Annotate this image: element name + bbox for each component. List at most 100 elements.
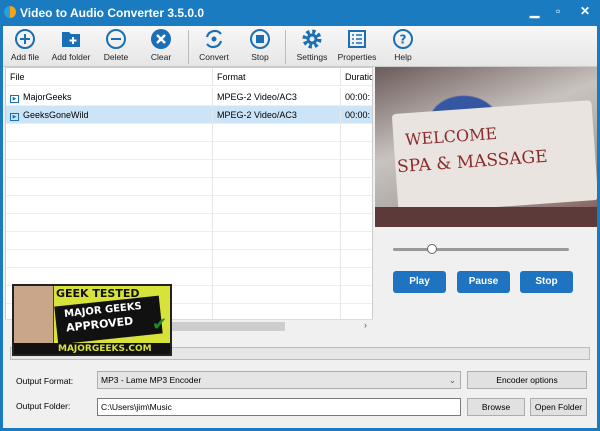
table-header: File Format Duratio bbox=[6, 68, 372, 86]
folder-plus-icon bbox=[60, 28, 82, 50]
add-folder-button[interactable]: Add folder bbox=[46, 28, 96, 62]
stop-circle-icon bbox=[249, 28, 271, 50]
x-circle-icon bbox=[150, 28, 172, 50]
delete-button[interactable]: Delete bbox=[91, 28, 141, 62]
major-geeks-approved-badge: GEEK TESTED MAJOR GEEKS APPROVED ✔ MAJOR… bbox=[12, 284, 172, 356]
maximize-button[interactable]: ▫ bbox=[556, 4, 560, 18]
column-format[interactable]: Format bbox=[213, 68, 341, 86]
duration-cell: 00:00: bbox=[341, 88, 372, 106]
add-file-label: Add file bbox=[10, 52, 40, 62]
settings-label: Settings bbox=[296, 52, 328, 62]
add-folder-label: Add folder bbox=[51, 52, 91, 62]
toolbar: Add file Add folder Delete Clear Convert… bbox=[3, 26, 597, 67]
empty-cell bbox=[213, 124, 341, 142]
empty-row bbox=[6, 232, 372, 250]
empty-row bbox=[6, 160, 372, 178]
browse-button[interactable]: Browse bbox=[467, 398, 525, 416]
empty-cell bbox=[341, 232, 372, 250]
clear-label: Clear bbox=[150, 52, 172, 62]
window-title: Video to Audio Converter 3.5.0.0 bbox=[20, 6, 205, 20]
minus-circle-icon bbox=[105, 28, 127, 50]
column-duration[interactable]: Duratio bbox=[341, 68, 372, 86]
empty-cell bbox=[6, 214, 213, 232]
output-format-value: MP3 - Lame MP3 Encoder bbox=[101, 375, 202, 385]
close-button[interactable]: ✕ bbox=[580, 4, 590, 18]
empty-cell bbox=[213, 286, 341, 304]
title-bar: Video to Audio Converter 3.5.0.0 bbox=[0, 0, 600, 26]
empty-cell bbox=[341, 196, 372, 214]
empty-cell bbox=[341, 160, 372, 178]
empty-cell bbox=[6, 178, 213, 196]
output-format-select[interactable]: MP3 - Lame MP3 Encoder ⌄ bbox=[97, 371, 461, 389]
pause-button[interactable]: Pause bbox=[457, 271, 510, 293]
format-cell: MPEG-2 Video/AC3 bbox=[213, 106, 341, 124]
empty-cell bbox=[213, 142, 341, 160]
main-window: Add file Add folder Delete Clear Convert… bbox=[3, 26, 597, 428]
play-button[interactable]: Play bbox=[393, 271, 446, 293]
properties-button[interactable]: Properties bbox=[332, 28, 382, 62]
empty-row bbox=[6, 124, 372, 142]
empty-row bbox=[6, 250, 372, 268]
empty-cell bbox=[213, 178, 341, 196]
open-folder-button[interactable]: Open Folder bbox=[530, 398, 587, 416]
stop-button[interactable]: Stop bbox=[235, 28, 285, 62]
empty-cell bbox=[6, 232, 213, 250]
settings-button[interactable]: Settings bbox=[287, 28, 337, 62]
empty-cell bbox=[213, 214, 341, 232]
output-folder-input[interactable]: C:\Users\jim\Music bbox=[97, 398, 461, 416]
empty-row bbox=[6, 142, 372, 160]
empty-cell bbox=[341, 124, 372, 142]
file-name: GeeksGoneWild bbox=[23, 110, 89, 120]
empty-row bbox=[6, 178, 372, 196]
help-icon: ? bbox=[392, 28, 414, 50]
empty-cell bbox=[213, 196, 341, 214]
seek-slider[interactable] bbox=[393, 244, 569, 254]
gear-icon bbox=[301, 28, 323, 50]
empty-cell bbox=[341, 268, 372, 286]
player-stop-button[interactable]: Stop bbox=[520, 271, 573, 293]
output-folder-label: Output Folder: bbox=[16, 401, 71, 411]
output-format-label: Output Format: bbox=[16, 376, 74, 386]
empty-row bbox=[6, 214, 372, 232]
table-row[interactable]: ▶ GeeksGoneWild MPEG-2 Video/AC3 00:00: bbox=[6, 106, 372, 124]
chevron-down-icon: ⌄ bbox=[448, 375, 456, 385]
convert-button[interactable]: Convert bbox=[189, 28, 239, 62]
video-preview: WELCOME SPA & MASSAGE bbox=[375, 67, 597, 227]
empty-cell bbox=[213, 160, 341, 178]
seek-slider-handle[interactable] bbox=[426, 244, 437, 254]
stop-label: Stop bbox=[251, 52, 269, 62]
add-file-button[interactable]: Add file bbox=[0, 28, 50, 62]
column-file[interactable]: File bbox=[6, 68, 213, 86]
minimize-button[interactable]: ▁ bbox=[530, 4, 539, 18]
file-name: MajorGeeks bbox=[23, 92, 72, 102]
app-logo-icon bbox=[4, 6, 16, 18]
video-file-icon: ▶ bbox=[10, 95, 19, 103]
checkmark-icon: ✔ bbox=[152, 314, 168, 335]
empty-cell bbox=[6, 160, 213, 178]
delete-label: Delete bbox=[103, 52, 129, 62]
help-label: Help bbox=[394, 52, 412, 62]
empty-cell bbox=[341, 250, 372, 268]
table-row[interactable]: ▶ MajorGeeks MPEG-2 Video/AC3 00:00: bbox=[6, 88, 372, 106]
empty-cell bbox=[6, 142, 213, 160]
clear-button[interactable]: Clear bbox=[136, 28, 186, 62]
file-cell: ▶ GeeksGoneWild bbox=[6, 106, 213, 124]
video-file-icon: ▶ bbox=[10, 113, 19, 121]
help-button[interactable]: ? Help bbox=[378, 28, 428, 62]
scroll-right-icon[interactable]: › bbox=[364, 320, 367, 330]
duration-cell: 00:00: bbox=[341, 106, 372, 124]
encoder-options-button[interactable]: Encoder options bbox=[467, 371, 587, 389]
empty-cell bbox=[341, 142, 372, 160]
toolbar-separator bbox=[285, 30, 286, 64]
empty-cell bbox=[341, 286, 372, 304]
convert-label: Convert bbox=[199, 52, 229, 62]
badge-text: MAJORGEEKS.COM bbox=[58, 344, 152, 354]
empty-row bbox=[6, 196, 372, 214]
empty-cell bbox=[213, 250, 341, 268]
empty-cell bbox=[341, 178, 372, 196]
empty-cell bbox=[6, 124, 213, 142]
list-icon bbox=[346, 28, 368, 50]
svg-text:?: ? bbox=[400, 33, 407, 47]
properties-label: Properties bbox=[337, 52, 377, 62]
empty-cell bbox=[213, 268, 341, 286]
